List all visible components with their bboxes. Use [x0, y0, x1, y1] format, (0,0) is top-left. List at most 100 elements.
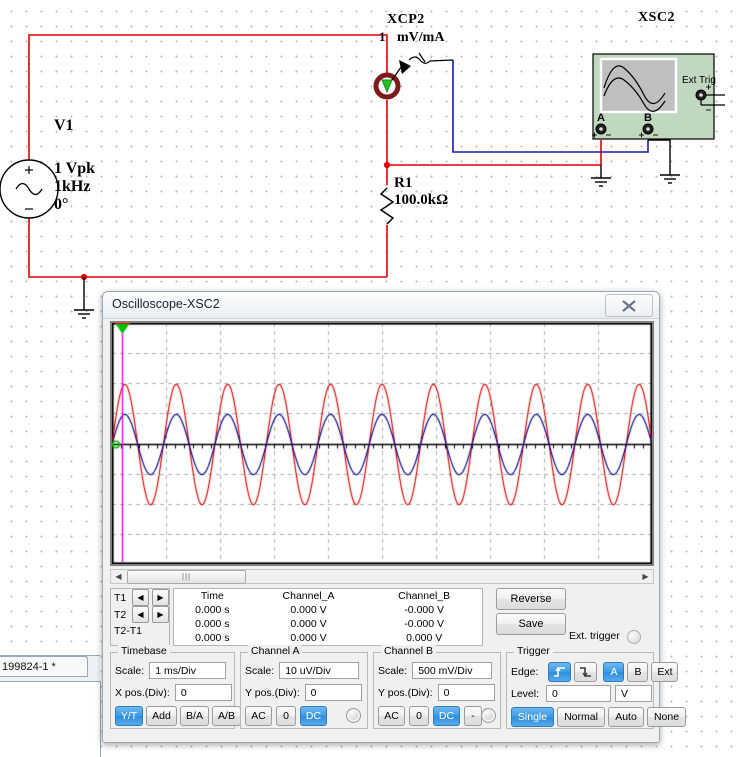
timebase-mode-add[interactable]: Add	[146, 706, 177, 726]
cursor-t1-left-button[interactable]: ◀	[132, 589, 149, 606]
trigger-level-input[interactable]: 0	[546, 685, 612, 702]
window-title: Oscilloscope-XSC2	[112, 297, 220, 311]
cursor-controls[interactable]: T1 ◀ ▶ T2 ◀ ▶ T2-T1	[110, 588, 170, 646]
readout-cell: 0.000 s	[195, 618, 230, 630]
label-terminal-a: A	[597, 112, 605, 124]
close-glyph	[622, 299, 636, 312]
channel-a-coupling-0[interactable]: 0	[276, 706, 296, 726]
timebase-panel: Timebase Scale: 1 ms/Div X pos.(Div): 0 …	[110, 645, 241, 729]
channel-b-title: Channel B	[381, 645, 437, 657]
label-ext-trig: Ext Trig	[682, 75, 716, 86]
scrollbar-right-arrow-icon[interactable]: ▶	[638, 570, 653, 583]
cursor-t2-label: T2	[114, 608, 127, 621]
channel-b-knob-icon[interactable]	[481, 708, 496, 723]
taskbar-body	[0, 681, 101, 757]
label-r1-ref: R1	[394, 175, 413, 191]
channel-a-coupling-ac[interactable]: AC	[245, 706, 272, 726]
component-xsc2-instrument	[592, 53, 725, 140]
timebase-scale-label: Scale:	[115, 664, 145, 677]
channel-a-knob-icon[interactable]	[346, 708, 361, 723]
gnd-stem-b	[648, 139, 671, 175]
label-xcp2-ratio: mV/mA	[397, 30, 445, 45]
ground-symbol-1	[74, 309, 94, 319]
readout-cell: 0.000 s	[195, 632, 230, 644]
scrollbar-track[interactable]	[246, 569, 638, 584]
trigger-source-a[interactable]: A	[603, 662, 625, 682]
cursor-readout-table: Time Channel_A Channel_B 0.000 s 0.000 V -0.…	[173, 588, 483, 646]
channel-a-ypos-input[interactable]: 0	[304, 684, 362, 701]
channel-a-scale-label: Scale:	[245, 664, 275, 677]
channel-b-scale-input[interactable]: 500 mV/Div	[412, 662, 493, 679]
ground-symbol-b	[660, 174, 680, 184]
scrollbar-left-arrow-icon[interactable]: ◀	[111, 570, 126, 583]
channel-b-ypos-label: Y pos.(Div):	[378, 686, 433, 699]
trigger-mode-buttons: Single Normal Auto None	[511, 707, 686, 727]
label-r1-value: 100.0kΩ	[394, 192, 449, 208]
wire-source-to-probe	[28, 34, 388, 160]
channel-b-ypos-input[interactable]: 0	[437, 684, 495, 701]
trigger-mode-auto[interactable]: Auto	[608, 707, 644, 727]
channel-b-coupling-ac[interactable]: AC	[378, 706, 405, 726]
label-v1-freq: 1kHz	[54, 178, 91, 195]
cursor-t1-right-button[interactable]: ▶	[152, 589, 169, 606]
timebase-mode-a-b[interactable]: A/B	[212, 706, 241, 726]
trigger-level-unit[interactable]: V	[615, 685, 653, 702]
trigger-level-label: Level:	[511, 687, 540, 700]
taskbar: 199824-1 *	[0, 655, 101, 757]
timebase-xpos-input[interactable]: 0	[174, 684, 232, 701]
readout-cell: -0.000 V	[404, 618, 445, 630]
cursor-t2-left-button[interactable]: ◀	[132, 606, 149, 623]
trigger-source-b[interactable]: B	[627, 662, 649, 682]
cursor-t2-right-button[interactable]: ▶	[152, 606, 169, 623]
ground-symbol-a	[591, 177, 611, 187]
trigger-source-ext[interactable]: Ext	[651, 662, 679, 682]
window-titlebar[interactable]: Oscilloscope-XSC2	[103, 292, 659, 319]
trigger-mode-normal[interactable]: Normal	[557, 707, 605, 727]
channel-a-ypos-label: Y pos.(Div):	[245, 686, 300, 699]
display-scrollbar[interactable]: ◀ ||| ▶	[110, 569, 654, 584]
timebase-mode-b-a[interactable]: B/A	[180, 706, 209, 726]
trigger-mode-none[interactable]: None	[647, 707, 686, 727]
channel-b-coupling-dc[interactable]: DC	[433, 706, 460, 726]
falling-edge-glyph	[580, 667, 592, 677]
trigger-rising-edge-icon[interactable]	[548, 662, 572, 682]
scrollbar-thumb[interactable]: |||	[127, 569, 246, 584]
label-node-1: 1	[379, 29, 386, 44]
ext-trigger-indicator	[627, 630, 641, 644]
trigger-falling-edge-icon[interactable]	[574, 662, 598, 682]
waveform-display[interactable]	[110, 321, 654, 566]
readout-row: 0.000 s 0.000 V -0.000 V	[174, 617, 482, 631]
channel-a-coupling-dc[interactable]: DC	[300, 706, 327, 726]
waveform-canvas[interactable]	[112, 323, 652, 564]
junction-dot-node1	[383, 161, 391, 169]
channel-a-panel: Channel A Scale: 10 uV/Div Y pos.(Div): …	[240, 645, 368, 729]
trigger-panel: Trigger Edge: A B Ext Level: 0 V Single N	[506, 645, 686, 729]
save-button[interactable]: Save	[496, 613, 566, 635]
red-wire-group	[28, 34, 602, 278]
readout-cell: 0.000 V	[290, 618, 327, 630]
channel-a-scale-input[interactable]: 10 uV/Div	[279, 662, 360, 679]
readout-header-1: Channel_A	[282, 590, 335, 602]
timebase-scale-input[interactable]: 1 ms/Div	[149, 662, 227, 679]
channel-b-coupling--[interactable]: -	[464, 706, 482, 726]
label-xcp2-ref: XCP2	[387, 12, 425, 27]
readout-cell: 0.000 s	[195, 604, 230, 616]
taskbar-tab-document[interactable]: 199824-1 *	[0, 655, 88, 677]
reverse-button[interactable]: Reverse	[496, 588, 566, 610]
channel-b-coupling-0[interactable]: 0	[409, 706, 429, 726]
close-icon[interactable]	[605, 294, 653, 317]
readout-row: 0.000 s 0.000 V 0.000 V	[174, 631, 482, 645]
readout-table: Time Channel_A Channel_B 0.000 s 0.000 V -0.…	[174, 589, 482, 645]
ext-trigger-label: Ext. trigger	[569, 630, 620, 642]
readout-cell: 0.000 V	[290, 604, 327, 616]
channel-b-scale-label: Scale:	[378, 664, 408, 677]
trigger-mode-single[interactable]: Single	[511, 707, 554, 727]
label-v1-ref: V1	[54, 117, 74, 134]
rising-edge-glyph	[554, 667, 566, 677]
oscilloscope-window[interactable]: Oscilloscope-XSC2 ◀ ||| ▶ T1 ◀ ▶ T2 ◀ ▶ …	[102, 291, 686, 743]
channel-b-coupling-buttons: AC 0 DC -	[378, 706, 482, 726]
label-terminal-b: B	[644, 112, 652, 124]
timebase-mode-y-t[interactable]: Y/T	[115, 706, 143, 726]
readout-cell: 0.000 V	[290, 632, 327, 644]
cursor-row-t2: T2 ◀ ▶	[111, 606, 169, 623]
